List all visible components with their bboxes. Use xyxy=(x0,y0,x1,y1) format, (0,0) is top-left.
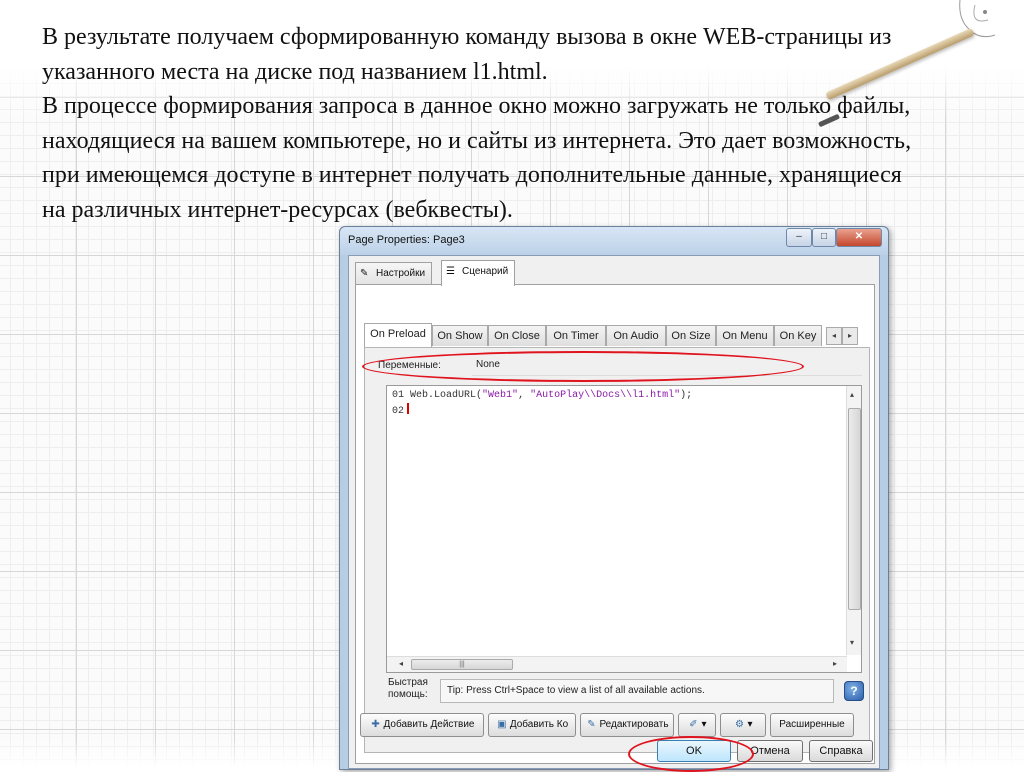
add-action-icon: ✚ xyxy=(371,719,380,730)
add-code-icon: ▣ xyxy=(497,719,507,730)
tab-on-key[interactable]: On Key xyxy=(774,325,822,346)
line-number: 01 xyxy=(392,390,405,401)
code-line-2: 02 xyxy=(392,403,410,417)
script-editor[interactable]: 01 Web.LoadURL("Web1", "AutoPlay\\Docs\\… xyxy=(386,385,862,673)
code-separator: , xyxy=(518,390,531,401)
slide-paragraph-2: В процессе формирования запроса в данное… xyxy=(42,93,912,223)
quick-help-tip-field: Tip: Press Ctrl+Space to view a list of … xyxy=(440,679,834,703)
wand-menu-button[interactable]: ✐ ▾ xyxy=(678,713,716,737)
code-call: Web.LoadURL( xyxy=(410,390,483,401)
quick-help-label: Быстрая помощь: xyxy=(388,677,428,700)
add-action-button[interactable]: ✚ Добавить Действие xyxy=(360,713,484,737)
cancel-button[interactable]: Отмена xyxy=(737,740,803,762)
edit-label: Редактировать xyxy=(599,719,669,730)
code-string-arg: "AutoPlay\\Docs\\l1.html" xyxy=(530,390,681,401)
editor-horizontal-scrollbar[interactable]: ◂ ||| ▸ xyxy=(387,656,847,672)
advanced-button[interactable]: Расширенные xyxy=(770,713,854,737)
editor-vertical-scrollbar[interactable]: ▴ ▾ xyxy=(846,386,861,655)
scroll-right-icon[interactable]: ▸ xyxy=(833,659,837,668)
edit-button[interactable]: ✎ Редактировать xyxy=(580,713,674,737)
help-button[interactable]: Справка xyxy=(809,740,873,762)
code-line-1: 01 Web.LoadURL("Web1", "AutoPlay\\Docs\\… xyxy=(392,390,692,401)
quick-help-tip: Tip: Press Ctrl+Space to view a list of … xyxy=(447,685,705,696)
editor-horizontal-scroll-thumb[interactable]: ||| xyxy=(411,659,513,670)
tab-on-menu[interactable]: On Menu xyxy=(716,325,774,346)
tab-on-size[interactable]: On Size xyxy=(666,325,716,346)
script-tools-arrow: ▾ xyxy=(747,719,753,730)
tab-settings[interactable]: ✎ Настройки xyxy=(355,262,433,284)
edit-icon: ✎ xyxy=(587,719,596,730)
settings-icon: ✎ xyxy=(360,268,369,279)
close-button[interactable]: ✕ xyxy=(836,228,882,247)
tab-script-label: Сценарий xyxy=(462,266,509,277)
tab-on-close[interactable]: On Close xyxy=(488,325,546,346)
variables-label: Переменные: xyxy=(378,360,441,371)
scroll-left-icon[interactable]: ◂ xyxy=(399,659,403,668)
tab-script[interactable]: ☰ Сценарий xyxy=(441,260,516,286)
tabs-scroll-left-icon[interactable]: ◂ xyxy=(826,327,842,345)
wand-menu-arrow: ▾ xyxy=(701,719,707,730)
code-suffix: ); xyxy=(680,390,693,401)
script-tab-panel: On Preload On Show On Close On Timer On … xyxy=(355,284,875,764)
script-tools-icon: ⚙ xyxy=(735,719,744,730)
slide-paragraph-1: В результате получаем сформированную ком… xyxy=(42,24,892,85)
add-code-label: Добавить Ко xyxy=(509,719,569,730)
scroll-down-icon[interactable]: ▾ xyxy=(850,638,854,647)
add-action-label: Добавить Действие xyxy=(383,719,475,730)
script-icon: ☰ xyxy=(446,266,455,277)
tabs-scroll-right-icon[interactable]: ▸ xyxy=(842,327,858,345)
page-properties-dialog: Page Properties: Page3 – □ ✕ ✎ Настройки… xyxy=(339,226,889,770)
tab-on-preload[interactable]: On Preload xyxy=(364,323,432,347)
maximize-button[interactable]: □ xyxy=(812,228,836,247)
wand-icon: ✐ xyxy=(689,719,698,730)
ok-button[interactable]: OK xyxy=(657,740,731,762)
help-icon[interactable]: ? xyxy=(844,681,864,701)
tab-on-audio[interactable]: On Audio xyxy=(606,325,666,346)
line-number: 02 xyxy=(392,406,405,417)
scroll-up-icon[interactable]: ▴ xyxy=(850,390,854,399)
code-string-arg: "Web1" xyxy=(482,390,519,401)
tab-on-show[interactable]: On Show xyxy=(432,325,488,346)
editor-vertical-scroll-thumb[interactable] xyxy=(848,408,861,610)
variables-value: None xyxy=(476,359,500,370)
variables-field: None xyxy=(472,357,862,376)
dialog-client-area: ✎ Настройки ☰ Сценарий On Preload On Sho… xyxy=(348,255,880,769)
slide-body-text: В результате получаем сформированную ком… xyxy=(42,20,922,227)
add-code-button[interactable]: ▣ Добавить Ко xyxy=(488,713,576,737)
tab-on-timer[interactable]: On Timer xyxy=(546,325,606,346)
minimize-button[interactable]: – xyxy=(786,228,812,247)
tab-settings-label: Настройки xyxy=(376,268,426,279)
script-tools-menu-button[interactable]: ⚙ ▾ xyxy=(720,713,766,737)
dialog-titlebar[interactable]: Page Properties: Page3 – □ ✕ xyxy=(340,227,888,255)
dialog-title: Page Properties: Page3 xyxy=(348,234,465,246)
text-cursor xyxy=(407,403,410,414)
